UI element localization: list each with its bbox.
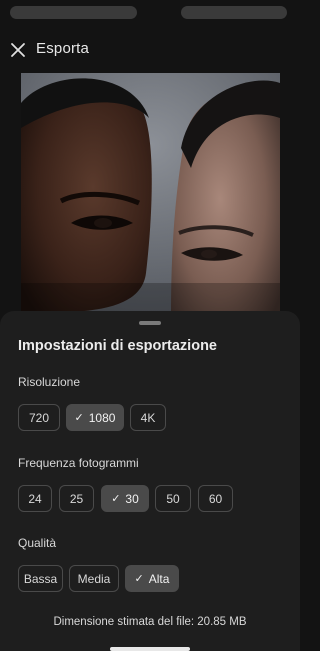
- sheet-title: Impostazioni di esportazione: [18, 338, 217, 354]
- framerate-option-24[interactable]: 24: [18, 485, 52, 512]
- status-pill-right: [181, 6, 287, 19]
- sheet-grabber[interactable]: [139, 321, 161, 325]
- resolution-option-720[interactable]: 720: [18, 404, 60, 431]
- framerate-option-50[interactable]: 50: [155, 485, 191, 512]
- quality-option-alta[interactable]: ✓ Alta: [125, 565, 179, 592]
- home-indicator: [110, 647, 190, 651]
- framerate-option-30[interactable]: ✓ 30: [101, 485, 149, 512]
- header: Esporta: [0, 36, 300, 64]
- resolution-option-4k[interactable]: 4K: [130, 404, 166, 431]
- framerate-option-60[interactable]: 60: [198, 485, 233, 512]
- check-icon: ✓: [134, 573, 144, 585]
- close-icon: [9, 41, 27, 59]
- status-bar: [0, 6, 300, 20]
- page-title: Esporta: [36, 40, 90, 57]
- framerate-label: Frequenza fotogrammi: [18, 456, 139, 470]
- portrait-photo: [21, 73, 280, 313]
- export-screen: Esporta Impostazioni di esportazione Ris…: [0, 0, 300, 651]
- preview-image: [21, 73, 280, 313]
- close-button[interactable]: [9, 41, 27, 59]
- quality-option-media[interactable]: Media: [69, 565, 119, 592]
- check-icon: ✓: [111, 493, 121, 505]
- status-pill-left: [10, 6, 137, 19]
- export-settings-sheet: Impostazioni di esportazione Risoluzione…: [0, 311, 300, 651]
- estimated-file-size: Dimensione stimata del file: 20.85 MB: [53, 616, 247, 628]
- framerate-option-25[interactable]: 25: [59, 485, 94, 512]
- check-icon: ✓: [74, 412, 84, 424]
- resolution-label: Risoluzione: [18, 375, 81, 389]
- quality-option-bassa[interactable]: Bassa: [18, 565, 63, 592]
- quality-label: Qualità: [18, 536, 57, 550]
- resolution-option-1080[interactable]: ✓ 1080: [66, 404, 124, 431]
